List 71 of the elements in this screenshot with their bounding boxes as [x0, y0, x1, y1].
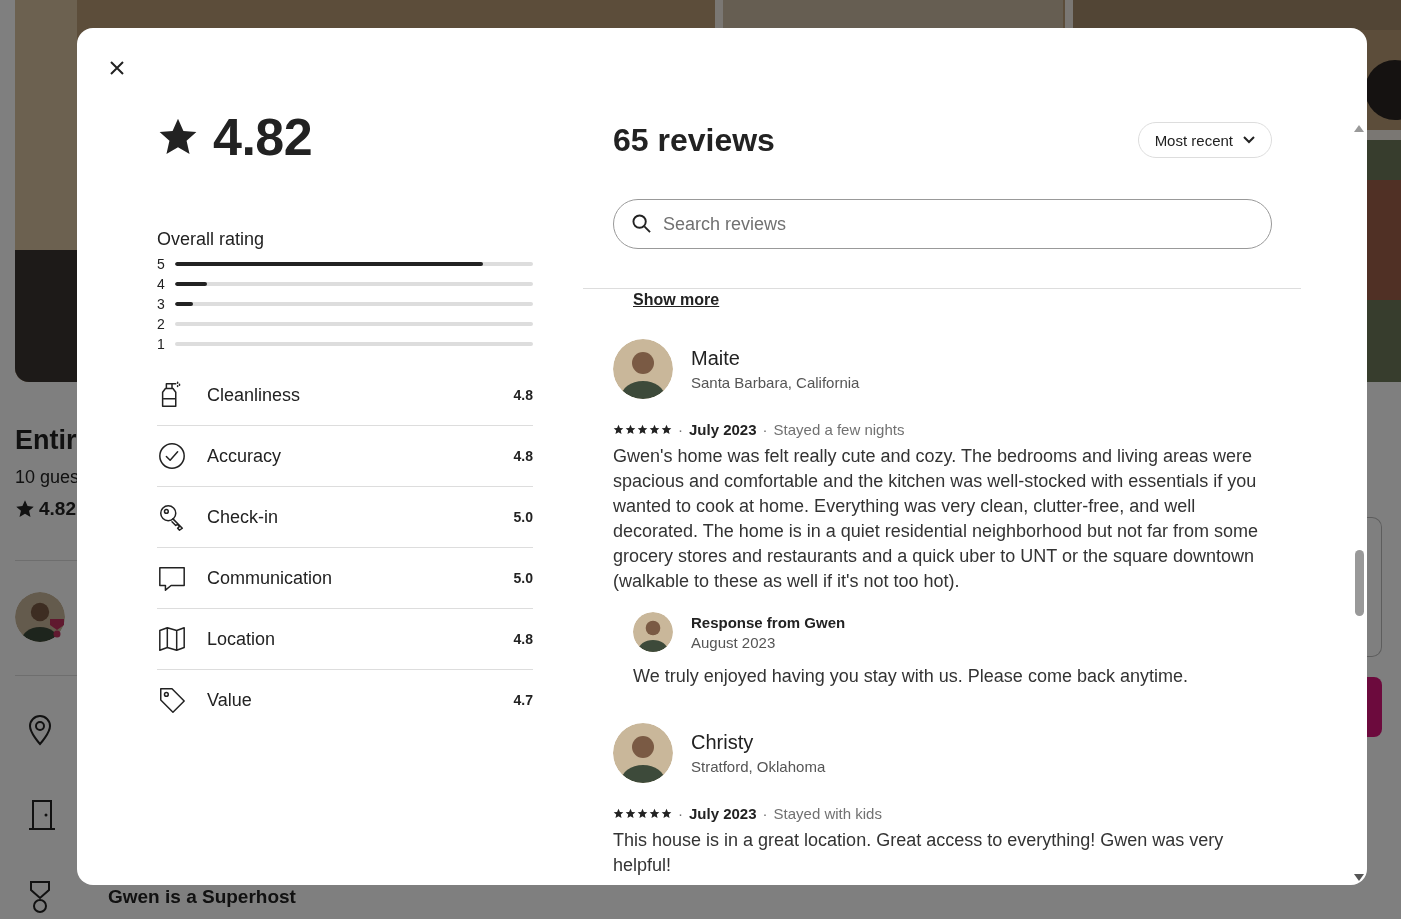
- star-count-label: 1: [157, 336, 166, 352]
- tag-icon: [157, 685, 187, 715]
- listing-details: 10 gues: [15, 466, 80, 489]
- star-icon: [613, 424, 624, 435]
- separator-dot: ·: [762, 421, 768, 438]
- star-icon: [637, 808, 648, 819]
- star-icon: [613, 808, 624, 819]
- review-date: July 2023: [689, 421, 757, 438]
- star-icon: [661, 808, 672, 819]
- scroll-up-icon: [1354, 125, 1364, 132]
- category-score: 4.8: [513, 387, 533, 403]
- reviewer-name: Maite: [691, 347, 741, 370]
- response-text: We truly enjoyed having you stay with us. Please come back anytime.: [633, 665, 1189, 688]
- star-icon: [637, 424, 648, 435]
- category-score: 5.0: [513, 509, 533, 525]
- category-name: Check-in: [207, 506, 280, 528]
- separator-dot: ·: [678, 805, 683, 822]
- reviewer-location: Santa Barbara, California: [691, 374, 860, 391]
- category-score: 4.8: [513, 448, 533, 464]
- category-name: Accuracy: [207, 445, 283, 467]
- section-label: Overall rating: [157, 228, 266, 251]
- reviews-heading: 65 reviews: [613, 121, 775, 159]
- medal-icon: [28, 880, 52, 914]
- scrollbar-thumb[interactable]: [1354, 550, 1364, 616]
- stay-type: Stayed with kids: [773, 805, 882, 822]
- star-count-label: 5: [157, 256, 166, 272]
- category-name: Cleanliness: [207, 384, 302, 406]
- star-count-label: 2: [157, 316, 166, 332]
- separator-dot: ·: [678, 421, 683, 438]
- superhost-badge-icon: [49, 618, 65, 638]
- close-icon: [109, 60, 125, 76]
- listing-title: Entir: [15, 424, 77, 457]
- map-icon: [157, 624, 187, 654]
- rating-value: 4.82: [213, 107, 313, 167]
- response-title: Response from Gwen: [691, 613, 846, 631]
- review-text: Gwen's home was felt really cute and cozy. The bedrooms and living areas were spacious and comfortable and the kitchen was well-stocked with essentials if you wanted to cook at home. Everything was very clean, clutter-free, and well decorated. The home is in a quiet residential neighborhood but not far from some grocery stores and restaurants and a quick uber to UNT or the square downtown (walkable to these as well if it's not too hot).: [613, 445, 1260, 593]
- category-score: 4.8: [513, 631, 533, 647]
- category-name: Value: [207, 689, 253, 711]
- star-count-label: 4: [157, 276, 166, 292]
- avatar: [633, 612, 673, 652]
- star-icon: [625, 808, 636, 819]
- show-more-link[interactable]: Show more: [633, 291, 720, 309]
- review-text: This house is in a great location. Great access to everything! Gwen was very helpful!: [613, 829, 1225, 877]
- door-icon: [28, 799, 56, 831]
- star-icon: [625, 424, 636, 435]
- category-score: 4.7: [513, 692, 533, 708]
- category-name: Location: [207, 628, 277, 650]
- category-name: Communication: [207, 567, 334, 589]
- rating-value: 4.82: [39, 498, 76, 520]
- reviewer-name: Christy: [691, 731, 755, 754]
- location-pin-icon: [28, 714, 52, 746]
- star-icon: [649, 808, 660, 819]
- stay-type: Stayed a few nights: [773, 421, 905, 438]
- star-icon: [649, 424, 660, 435]
- avatar: [15, 592, 65, 642]
- booking-button-edge: [1367, 677, 1382, 737]
- star-count-label: 3: [157, 296, 166, 312]
- sort-dropdown[interactable]: Most recent: [1137, 122, 1272, 158]
- star-icon: [15, 499, 35, 519]
- check-circle-icon: [157, 441, 187, 471]
- reviewer-location: Stratford, Oklahoma: [691, 758, 826, 775]
- separator-dot: ·: [762, 805, 768, 822]
- review-date: July 2023: [689, 805, 757, 822]
- category-score: 5.0: [513, 570, 533, 586]
- response-date: August 2023: [691, 633, 777, 651]
- scroll-down-icon: [1354, 874, 1364, 881]
- chevron-down-icon: [1243, 136, 1255, 144]
- search-field[interactable]: Search reviews: [613, 199, 1272, 249]
- star-icon: [661, 424, 672, 435]
- host-status: Gwen is a Superhost: [108, 886, 296, 908]
- search-icon: [632, 214, 651, 233]
